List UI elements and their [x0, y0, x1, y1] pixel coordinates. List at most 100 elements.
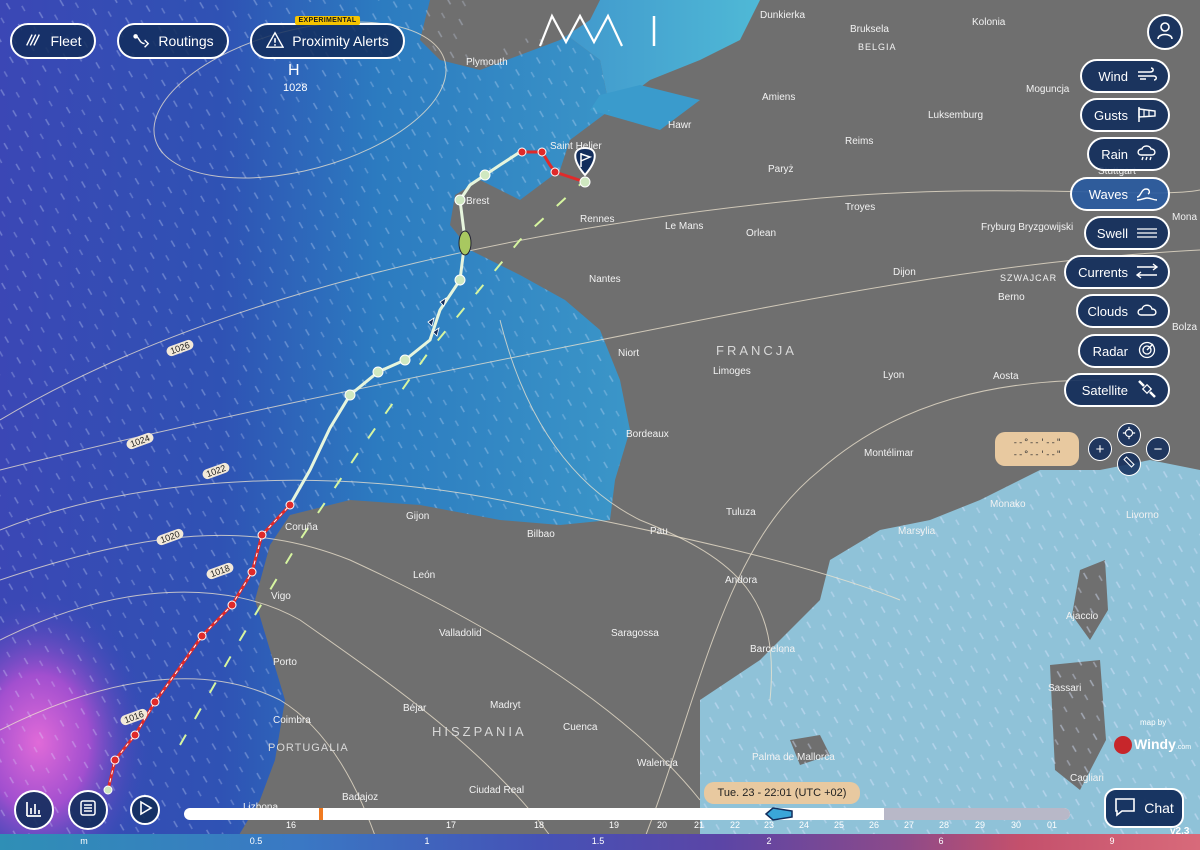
windy-logo-icon: [1114, 736, 1132, 754]
place-label: Kolonia: [972, 17, 1006, 28]
map-by-text: map by: [1140, 718, 1167, 727]
place-label: Fryburg Bryzgowijski: [981, 222, 1074, 233]
version-label: v2.3: [1170, 826, 1190, 837]
place-label: Limoges: [713, 366, 751, 377]
place-label: Niort: [618, 348, 640, 359]
place-label: León: [413, 570, 436, 581]
proximity-alerts-label: Proximity Alerts: [292, 33, 389, 49]
scale-value: 2: [766, 836, 772, 846]
layer-label: Clouds: [1087, 303, 1128, 319]
day-label: 21: [693, 820, 705, 830]
place-label: Béjar: [403, 703, 427, 714]
windy-attribution[interactable]: map by Windy.com: [1114, 716, 1194, 760]
zoom-out-button[interactable]: −: [1146, 437, 1170, 461]
place-label: Rennes: [580, 214, 615, 225]
place-label: Berno: [998, 292, 1025, 303]
routing-icon: [132, 31, 150, 52]
layer-clouds-button[interactable]: Clouds: [1076, 294, 1170, 328]
layer-gusts-button[interactable]: Gusts: [1080, 98, 1170, 132]
current-time-label: Tue. 23 - 22:01 (UTC +02): [704, 782, 860, 804]
place-label: Moguncja: [1026, 84, 1070, 95]
day-label: 29: [974, 820, 986, 830]
day-label: 20: [656, 820, 668, 830]
weather-map[interactable]: [0, 0, 1200, 850]
place-label: Barcelona: [750, 644, 796, 655]
swell-icon: [1136, 223, 1158, 244]
day-label: 01: [1046, 820, 1058, 830]
place-label: Aosta: [993, 371, 1019, 382]
day-label: 28: [938, 820, 950, 830]
layer-satellite-button[interactable]: Satellite: [1064, 373, 1170, 407]
place-label: Le Mans: [665, 221, 704, 232]
day-label: 23: [763, 820, 775, 830]
day-label: 22: [729, 820, 741, 830]
zoom-in-button[interactable]: +: [1088, 437, 1112, 461]
place-label: Ajaccio: [1066, 611, 1099, 622]
radar-icon: [1136, 341, 1158, 362]
day-label: 25: [833, 820, 845, 830]
place-label: Cagliari: [1070, 773, 1104, 784]
plus-icon: +: [1095, 440, 1105, 458]
longitude-readout: --°--'--": [1012, 450, 1062, 460]
locate-button[interactable]: [1117, 423, 1141, 447]
chat-button[interactable]: Chat: [1104, 788, 1184, 828]
measure-button[interactable]: [1117, 452, 1141, 476]
day-label: 16: [285, 820, 297, 830]
currents-icon: [1135, 262, 1159, 283]
place-label: Ciudad Real: [469, 785, 525, 796]
day-label: 19: [608, 820, 620, 830]
day-label: 30: [1010, 820, 1022, 830]
place-label: SZWAJCAR: [1000, 273, 1058, 283]
coordinate-readout: --°--'--" --°--'--": [995, 432, 1079, 466]
routings-label: Routings: [158, 33, 214, 49]
log-button[interactable]: [68, 790, 108, 830]
place-label: Tuluza: [726, 507, 756, 518]
experimental-badge: EXPERIMENTAL: [294, 16, 361, 25]
play-button[interactable]: [130, 795, 160, 825]
routings-button[interactable]: Routings: [117, 23, 229, 59]
proximity-alerts-button[interactable]: EXPERIMENTAL Proximity Alerts: [250, 16, 405, 59]
scale-value: 9: [1109, 836, 1115, 846]
place-label: Bruksela: [850, 24, 889, 35]
place-label: Walencja: [637, 758, 678, 769]
layer-label: Radar: [1092, 343, 1128, 359]
place-label: Livorno: [1126, 510, 1159, 521]
warning-triangle-icon: [265, 30, 285, 52]
timeline-slider[interactable]: [184, 807, 1070, 821]
day-label: 26: [868, 820, 880, 830]
place-label: Badajoz: [342, 792, 379, 803]
place-label: Amiens: [762, 92, 796, 103]
layer-label: Waves: [1088, 186, 1128, 202]
place-label: Nantes: [589, 274, 621, 285]
satellite-icon: [1136, 379, 1158, 401]
country-label: PORTUGALIA: [268, 742, 349, 754]
place-label: Porto: [273, 657, 297, 668]
place-label: Bordeaux: [626, 429, 669, 440]
place-label: Reims: [845, 136, 874, 147]
layer-currents-button[interactable]: Currents: [1064, 255, 1170, 289]
fleet-label: Fleet: [50, 33, 82, 49]
place-label: Sassari: [1048, 683, 1082, 694]
place-label: Orlean: [746, 228, 777, 239]
layer-label: Swell: [1096, 225, 1128, 241]
layer-label: Currents: [1078, 264, 1128, 280]
layer-wind-button[interactable]: Wind: [1080, 59, 1170, 93]
place-label: BELGIA: [858, 42, 897, 52]
user-profile-button[interactable]: [1147, 14, 1183, 50]
latitude-readout: --°--'--": [1012, 438, 1062, 448]
minus-icon: −: [1153, 440, 1163, 458]
place-label: Hawr: [668, 120, 692, 131]
layer-label: Satellite: [1081, 382, 1128, 398]
place-label: Madryt: [490, 700, 521, 711]
statistics-button[interactable]: [14, 790, 54, 830]
layer-radar-button[interactable]: Radar: [1078, 334, 1170, 368]
place-label: Andora: [725, 575, 758, 586]
country-label: HISZPANIA: [432, 724, 527, 739]
layer-rain-button[interactable]: Rain: [1087, 137, 1170, 171]
layer-waves-button[interactable]: Waves: [1070, 177, 1170, 211]
place-label: Gijon: [406, 511, 430, 522]
place-label: Monako: [990, 499, 1026, 510]
day-label: 24: [798, 820, 810, 830]
fleet-button[interactable]: Fleet: [10, 23, 96, 59]
layer-swell-button[interactable]: Swell: [1084, 216, 1170, 250]
